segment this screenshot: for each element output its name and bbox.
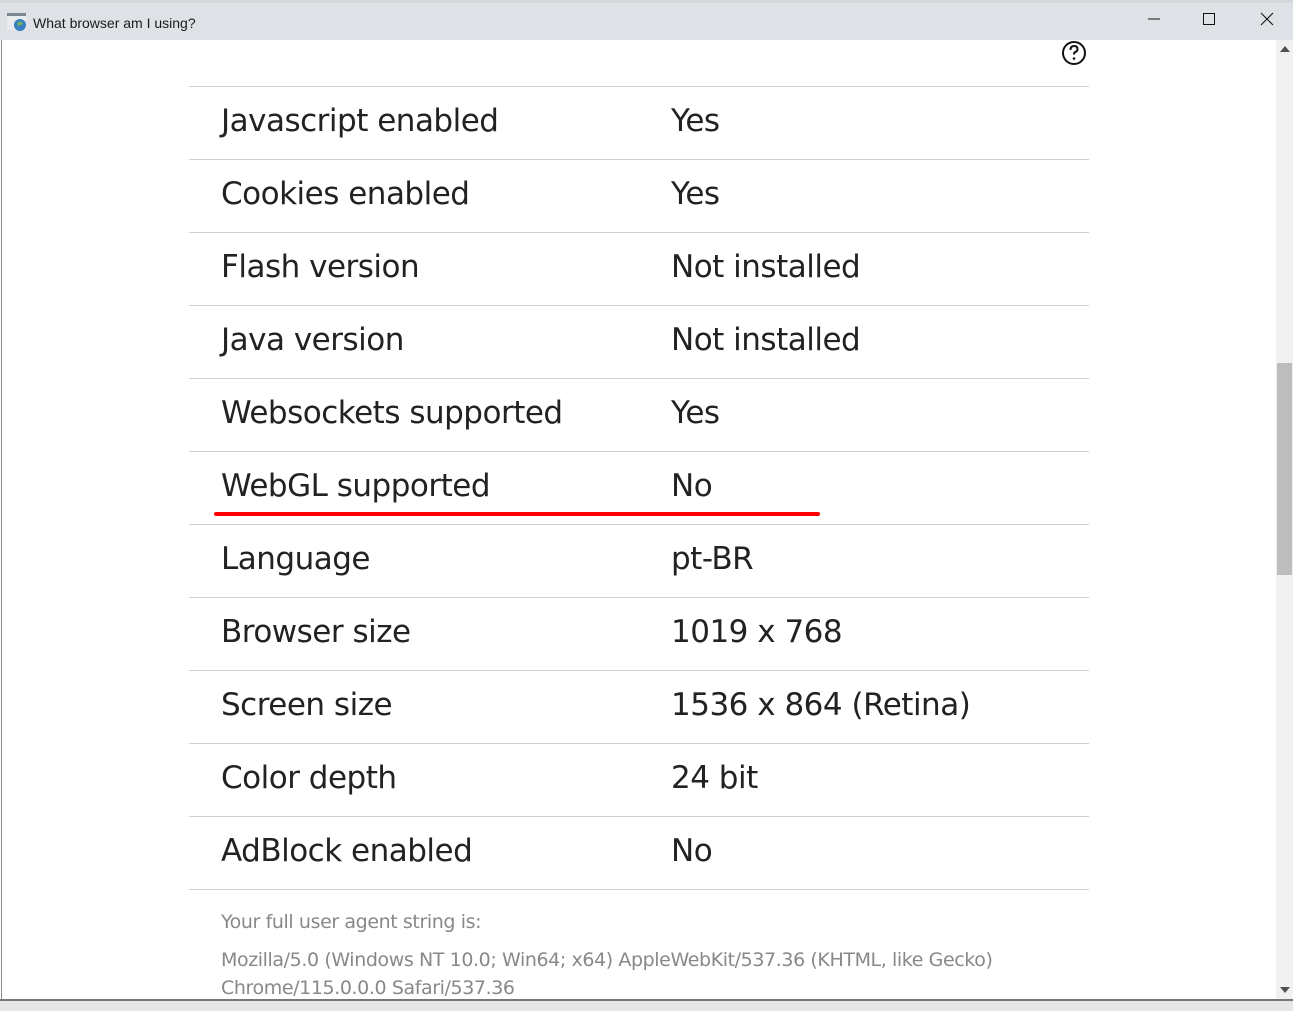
row-value: Yes bbox=[671, 103, 720, 139]
row-value: pt-BR bbox=[671, 541, 754, 577]
minimize-button[interactable] bbox=[1131, 3, 1177, 40]
row-label: Flash version bbox=[221, 249, 420, 285]
vertical-scrollbar[interactable] bbox=[1276, 40, 1293, 999]
table-row: Cookies enabled Yes bbox=[189, 159, 1089, 232]
webgl-highlight-underline bbox=[214, 512, 820, 516]
window-bottom-edge bbox=[0, 999, 1293, 1011]
row-value: No bbox=[671, 833, 713, 869]
window-title: What browser am I using? bbox=[33, 15, 196, 31]
row-label: AdBlock enabled bbox=[221, 833, 473, 869]
user-agent-label: Your full user agent string is: bbox=[221, 911, 482, 933]
row-value: No bbox=[671, 468, 713, 504]
row-value: 1536 x 864 (Retina) bbox=[671, 687, 971, 723]
row-value: Yes bbox=[671, 395, 720, 431]
page-content: Javascript enabled Yes Cookies enabled Yes… bbox=[1, 40, 1277, 999]
table-row: Language pt-BR bbox=[189, 524, 1089, 597]
browser-info-table: Javascript enabled Yes Cookies enabled Yes… bbox=[189, 86, 1089, 890]
minimize-icon bbox=[1147, 12, 1161, 31]
table-row: Color depth 24 bit bbox=[189, 743, 1089, 816]
table-row: AdBlock enabled No bbox=[189, 816, 1089, 890]
app-globe-icon bbox=[7, 12, 27, 32]
row-label: Color depth bbox=[221, 760, 397, 796]
row-label: Browser size bbox=[221, 614, 411, 650]
row-value: Yes bbox=[671, 176, 720, 212]
maximize-icon bbox=[1202, 12, 1216, 31]
row-label: Language bbox=[221, 541, 371, 577]
row-value: Not installed bbox=[671, 322, 861, 358]
table-row: Screen size 1536 x 864 (Retina) bbox=[189, 670, 1089, 743]
row-label: Screen size bbox=[221, 687, 393, 723]
row-value: 1019 x 768 bbox=[671, 614, 843, 650]
close-button[interactable] bbox=[1244, 3, 1290, 40]
row-label: Websockets supported bbox=[221, 395, 563, 431]
close-icon bbox=[1260, 12, 1274, 31]
maximize-button[interactable] bbox=[1186, 3, 1232, 40]
row-label: Javascript enabled bbox=[221, 103, 499, 139]
table-row: Javascript enabled Yes bbox=[189, 86, 1089, 159]
row-label: Cookies enabled bbox=[221, 176, 470, 212]
help-question-icon[interactable] bbox=[1061, 40, 1087, 66]
user-agent-string: Mozilla/5.0 (Windows NT 10.0; Win64; x64… bbox=[221, 949, 993, 999]
row-value: 24 bit bbox=[671, 760, 758, 796]
scroll-down-arrow-icon[interactable] bbox=[1280, 987, 1290, 993]
title-bar: What browser am I using? bbox=[0, 3, 1293, 40]
row-label: Java version bbox=[221, 322, 404, 358]
scroll-up-arrow-icon[interactable] bbox=[1280, 46, 1290, 52]
row-value: Not installed bbox=[671, 249, 861, 285]
table-row: Java version Not installed bbox=[189, 305, 1089, 378]
table-row: Browser size 1019 x 768 bbox=[189, 597, 1089, 670]
row-label: WebGL supported bbox=[221, 468, 491, 504]
table-row: Flash version Not installed bbox=[189, 232, 1089, 305]
scrollbar-thumb[interactable] bbox=[1277, 363, 1292, 575]
table-row: Websockets supported Yes bbox=[189, 378, 1089, 451]
